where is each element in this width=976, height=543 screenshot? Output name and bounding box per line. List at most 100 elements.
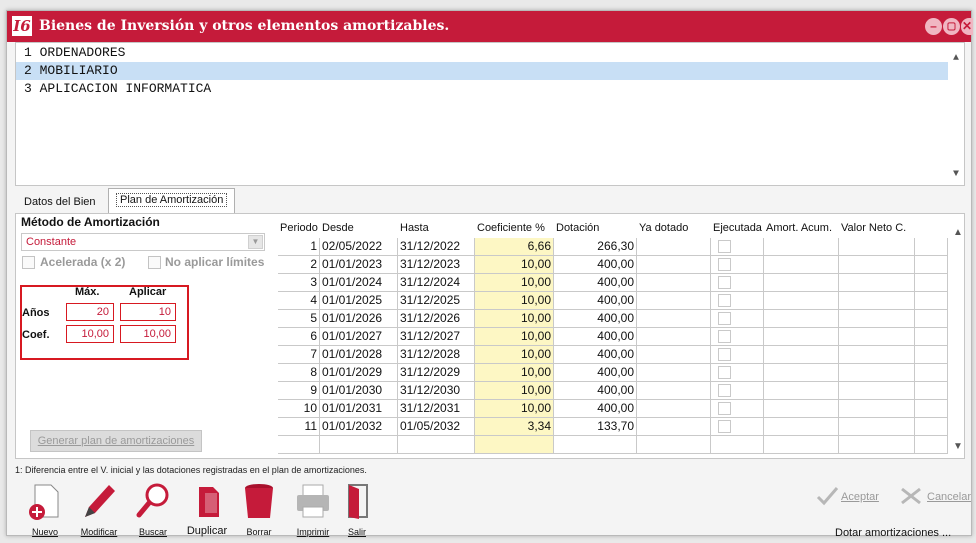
table-cell[interactable] [711,436,764,454]
table-cell[interactable] [637,292,711,310]
table-cell[interactable]: 6,66 [475,238,554,256]
table-cell[interactable]: 1 [278,238,320,256]
table-cell[interactable] [637,346,711,364]
table-cell[interactable] [915,310,948,328]
table-cell[interactable]: 31/12/2031 [398,400,475,418]
table-cell[interactable]: 10,00 [475,310,554,328]
table-cell[interactable] [637,328,711,346]
table-cell[interactable]: 31/12/2027 [398,328,475,346]
table-cell[interactable]: 400,00 [554,256,637,274]
table-cell[interactable]: 400,00 [554,400,637,418]
duplicar-button[interactable]: Duplicar [177,479,237,543]
dotar-amortizaciones-button[interactable]: Dotar amortizaciones ... [835,527,951,539]
modificar-button[interactable]: Modificar [69,479,129,543]
table-cell[interactable]: 400,00 [554,292,637,310]
chevron-up-icon[interactable]: ▲ [948,53,964,64]
table-cell[interactable] [637,382,711,400]
table-cell[interactable] [637,238,711,256]
ejecutada-checkbox[interactable] [718,330,731,343]
coef-max-field[interactable]: 10,00 [66,325,114,343]
table-cell[interactable] [839,256,915,274]
table-cell[interactable] [915,328,948,346]
table-cell[interactable] [764,238,839,256]
table-cell[interactable] [764,274,839,292]
table-cell[interactable]: 400,00 [554,346,637,364]
table-cell[interactable]: 400,00 [554,364,637,382]
table-cell[interactable]: 400,00 [554,310,637,328]
table-cell[interactable] [764,400,839,418]
acelerada-checkbox[interactable] [22,256,35,269]
table-cell[interactable] [554,436,637,454]
table-cell[interactable]: 400,00 [554,328,637,346]
table-cell[interactable]: 3,34 [475,418,554,436]
table-cell[interactable] [764,364,839,382]
table-cell[interactable] [839,238,915,256]
nuevo-button[interactable]: Nuevo [15,479,75,543]
assets-list[interactable]: 1 ORDENADORES 2 MOBILIARIO 3 APLICACION … [15,42,965,186]
table-cell[interactable] [637,436,711,454]
table-cell[interactable] [764,346,839,364]
table-cell[interactable]: 3 [278,274,320,292]
salir-button[interactable]: Salir [327,479,387,543]
col-header[interactable]: Ya dotado [637,220,711,238]
amortization-grid[interactable]: Periodo Desde Hasta Coeficiente % Dotaci… [278,220,948,454]
table-cell[interactable] [915,436,948,454]
generar-plan-button[interactable]: Generar plan de amortizaciones [30,430,202,452]
method-select[interactable]: Constante ▼ [21,233,265,251]
table-cell[interactable] [764,328,839,346]
table-cell[interactable] [839,400,915,418]
table-cell[interactable] [915,274,948,292]
table-row[interactable]: 9 01/01/2030 31/12/2030 10,00 400,00 [278,382,948,400]
table-cell[interactable] [839,436,915,454]
ejecutada-checkbox[interactable] [718,240,731,253]
table-cell[interactable]: 10,00 [475,256,554,274]
table-cell[interactable]: 01/01/2032 [320,418,398,436]
table-cell[interactable]: 01/01/2024 [320,274,398,292]
table-cell[interactable] [320,436,398,454]
table-cell[interactable]: 31/12/2022 [398,238,475,256]
table-cell[interactable] [637,274,711,292]
table-row[interactable]: 6 01/01/2027 31/12/2027 10,00 400,00 [278,328,948,346]
ejecutada-checkbox[interactable] [718,384,731,397]
table-row[interactable]: 5 01/01/2026 31/12/2026 10,00 400,00 [278,310,948,328]
table-cell[interactable] [764,418,839,436]
col-header[interactable]: Desde [320,220,398,238]
table-cell[interactable]: 400,00 [554,382,637,400]
tab-datos-del-bien[interactable]: Datos del Bien [17,193,103,214]
table-cell[interactable] [637,310,711,328]
table-cell[interactable]: 10,00 [475,292,554,310]
cancelar-button[interactable]: Cancelar [927,491,971,503]
no-limites-checkbox[interactable] [148,256,161,269]
ejecutada-checkbox[interactable] [718,366,731,379]
table-cell[interactable] [475,436,554,454]
col-header[interactable]: Coeficiente % [475,220,554,238]
ejecutada-checkbox[interactable] [718,258,731,271]
borrar-button[interactable]: Borrar [229,479,289,543]
table-cell[interactable] [915,382,948,400]
table-cell[interactable] [398,436,475,454]
chevron-up-icon[interactable]: ▲ [950,227,966,238]
col-header[interactable]: Dotación [554,220,637,238]
table-cell[interactable] [915,238,948,256]
table-row[interactable]: 10 01/01/2031 31/12/2031 10,00 400,00 [278,400,948,418]
table-cell[interactable]: 10,00 [475,364,554,382]
chevron-down-icon[interactable]: ▼ [248,235,263,249]
table-cell[interactable] [637,364,711,382]
table-cell[interactable]: 01/05/2032 [398,418,475,436]
grid-scrollbar[interactable]: ▲ ▼ [950,223,966,459]
table-cell[interactable] [915,400,948,418]
table-cell[interactable]: 31/12/2025 [398,292,475,310]
table-row[interactable]: 3 01/01/2024 31/12/2024 10,00 400,00 [278,274,948,292]
ejecutada-checkbox[interactable] [718,312,731,325]
col-header[interactable]: Amort. Acum. [764,220,839,238]
table-cell[interactable] [764,292,839,310]
table-cell[interactable]: 01/01/2030 [320,382,398,400]
anos-max-field[interactable]: 20 [66,303,114,321]
table-cell[interactable]: 5 [278,310,320,328]
table-cell[interactable] [637,400,711,418]
table-cell[interactable]: 400,00 [554,274,637,292]
table-cell[interactable] [839,328,915,346]
table-cell[interactable]: 10,00 [475,328,554,346]
table-cell[interactable]: 01/01/2029 [320,364,398,382]
table-cell[interactable]: 2 [278,256,320,274]
